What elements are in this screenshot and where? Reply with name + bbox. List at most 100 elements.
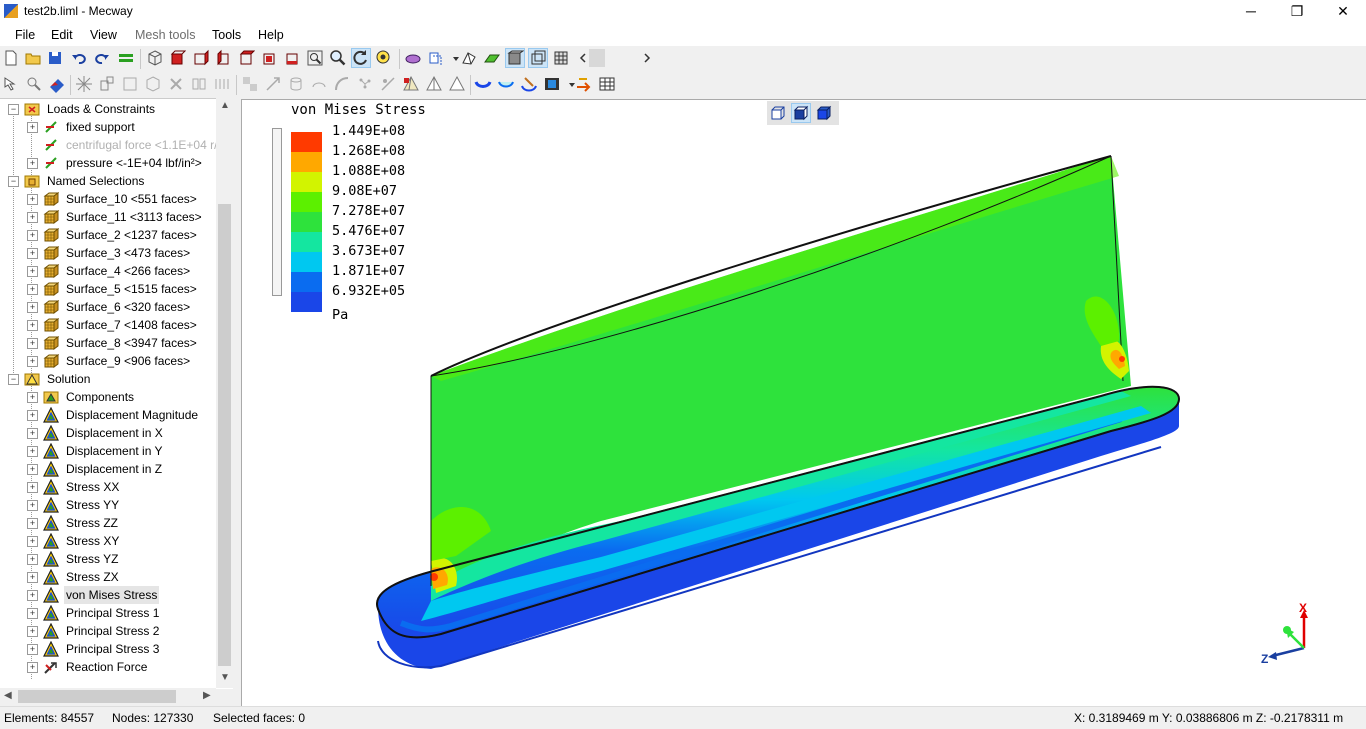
menu-edit[interactable]: Edit [51,28,73,42]
tree-item[interactable]: + Surface_2 <1237 faces> [0,226,233,244]
zoom-window-icon[interactable] [306,49,324,67]
tree-item[interactable]: − Named Selections [0,172,233,190]
contour-settings-icon[interactable] [520,75,538,93]
probe-arrow-icon[interactable] [575,75,593,93]
tree-item[interactable]: − Solution [0,370,233,388]
tree-item[interactable]: + Surface_10 <551 faces> [0,190,233,208]
view-right-icon[interactable] [237,49,255,67]
expand-icon[interactable]: + [27,554,38,565]
tree-item[interactable]: + von Mises Stress [0,586,233,604]
mesh-view-icon[interactable] [460,49,478,67]
expand-icon[interactable]: + [27,446,38,457]
tree-item[interactable]: + Displacement in Y [0,442,233,460]
tree-item[interactable]: + Stress ZX [0,568,233,586]
tree-item[interactable]: + Stress ZZ [0,514,233,532]
revolve-icon[interactable] [310,75,328,93]
tree-item[interactable]: + Surface_9 <906 faces> [0,352,233,370]
tree-item[interactable]: + Principal Stress 2 [0,622,233,640]
expand-icon[interactable]: + [27,248,38,259]
align-icon[interactable] [379,75,397,93]
expand-icon[interactable]: + [27,284,38,295]
tree-horizontal-scroll-thumb[interactable] [18,690,176,703]
split-icon[interactable] [98,75,116,93]
scroll-left-icon[interactable] [574,49,586,67]
scroll-right-icon[interactable] [638,49,651,67]
tree-item[interactable]: + Surface_5 <1515 faces> [0,280,233,298]
delete-icon[interactable] [167,75,185,93]
3d-viewport[interactable]: von Mises Stress 1.449E+08 1.268E+08 1.088… [241,99,1366,706]
expand-icon[interactable]: + [27,464,38,475]
tree-vertical-scrollbar[interactable]: ▲ ▼ [216,98,233,688]
menu-tools[interactable]: Tools [212,28,241,42]
contour-cyan-icon[interactable] [497,75,515,93]
select-color-icon[interactable] [48,75,66,93]
contour-blue-icon[interactable] [474,75,492,93]
tree-item[interactable]: + Surface_6 <320 faces> [0,298,233,316]
expand-icon[interactable]: + [27,536,38,547]
tree-item[interactable]: + Stress YY [0,496,233,514]
expand-icon[interactable]: + [27,392,38,403]
collapse-icon[interactable]: − [8,104,19,115]
deform-icon[interactable] [404,49,422,67]
toolbar-overflow[interactable] [589,49,605,67]
transform-icon[interactable] [264,75,282,93]
tree-item[interactable]: + Displacement in X [0,424,233,442]
expand-icon[interactable]: + [27,428,38,439]
tree-vertical-scroll-thumb[interactable] [218,204,231,666]
blade-model[interactable] [242,100,1366,706]
new-file-icon[interactable] [2,49,20,67]
open-folder-icon[interactable] [24,49,42,67]
expand-icon[interactable]: + [27,194,38,205]
bend-icon[interactable] [333,75,351,93]
view-bottom-icon[interactable] [283,49,301,67]
tree-item[interactable]: + Surface_8 <3947 faces> [0,334,233,352]
triangle-mesh-icon[interactable] [425,75,443,93]
expand-icon[interactable]: + [27,608,38,619]
expand-icon[interactable]: + [27,590,38,601]
scroll-down-icon[interactable]: ▼ [220,672,230,683]
tree-item[interactable]: + Stress YZ [0,550,233,568]
tree-horizontal-scrollbar[interactable]: ◀ ▶ [0,688,216,705]
expand-icon[interactable]: + [27,266,38,277]
triangle-outline-icon[interactable] [448,75,466,93]
menu-help[interactable]: Help [258,28,284,42]
solid-icon[interactable] [144,75,162,93]
expand-icon[interactable]: + [27,302,38,313]
tree-item[interactable]: + Surface_3 <473 faces> [0,244,233,262]
scroll-up-icon[interactable]: ▲ [220,100,230,111]
wireframe-cube-icon[interactable] [146,49,164,67]
table-icon[interactable] [598,75,616,93]
section-dropdown-icon[interactable] [447,49,459,67]
mesh-grid-icon[interactable] [552,49,570,67]
expand-icon[interactable]: + [27,212,38,223]
select-nodes-icon[interactable] [25,75,43,93]
expand-icon[interactable]: + [27,230,38,241]
tree-item[interactable]: + pressure <-1E+04 lbf/in²> [0,154,233,172]
expand-icon[interactable]: + [27,626,38,637]
scroll-right-arrow-icon[interactable]: ▶ [203,690,211,701]
tree-item[interactable]: + Stress XX [0,478,233,496]
expand-icon[interactable]: + [27,482,38,493]
refine-icon[interactable] [241,75,259,93]
tree-item[interactable]: + fixed support [0,118,233,136]
collapse-icon[interactable]: − [8,176,19,187]
view-front-icon[interactable] [168,49,186,67]
minimize-button[interactable]: ─ [1228,0,1274,24]
expand-icon[interactable]: + [27,158,38,169]
menu-mesh-tools[interactable]: Mesh tools [135,28,195,42]
expand-icon[interactable]: + [27,356,38,367]
zoom-icon[interactable] [329,49,347,67]
expand-icon[interactable]: + [27,662,38,673]
solve-icon[interactable] [117,49,135,67]
close-button[interactable]: ✕ [1320,0,1366,24]
menu-file[interactable]: File [15,28,35,42]
tree-item[interactable]: + Components [0,388,233,406]
tree-item[interactable]: + Principal Stress 3 [0,640,233,658]
tree-item[interactable]: + Surface_11 <3113 faces> [0,208,233,226]
expand-icon[interactable]: + [27,338,38,349]
undo-icon[interactable] [70,49,88,67]
rotate-icon[interactable] [351,48,371,68]
expand-icon[interactable]: + [27,572,38,583]
expand-icon[interactable]: + [27,500,38,511]
animation-icon[interactable] [543,75,561,93]
